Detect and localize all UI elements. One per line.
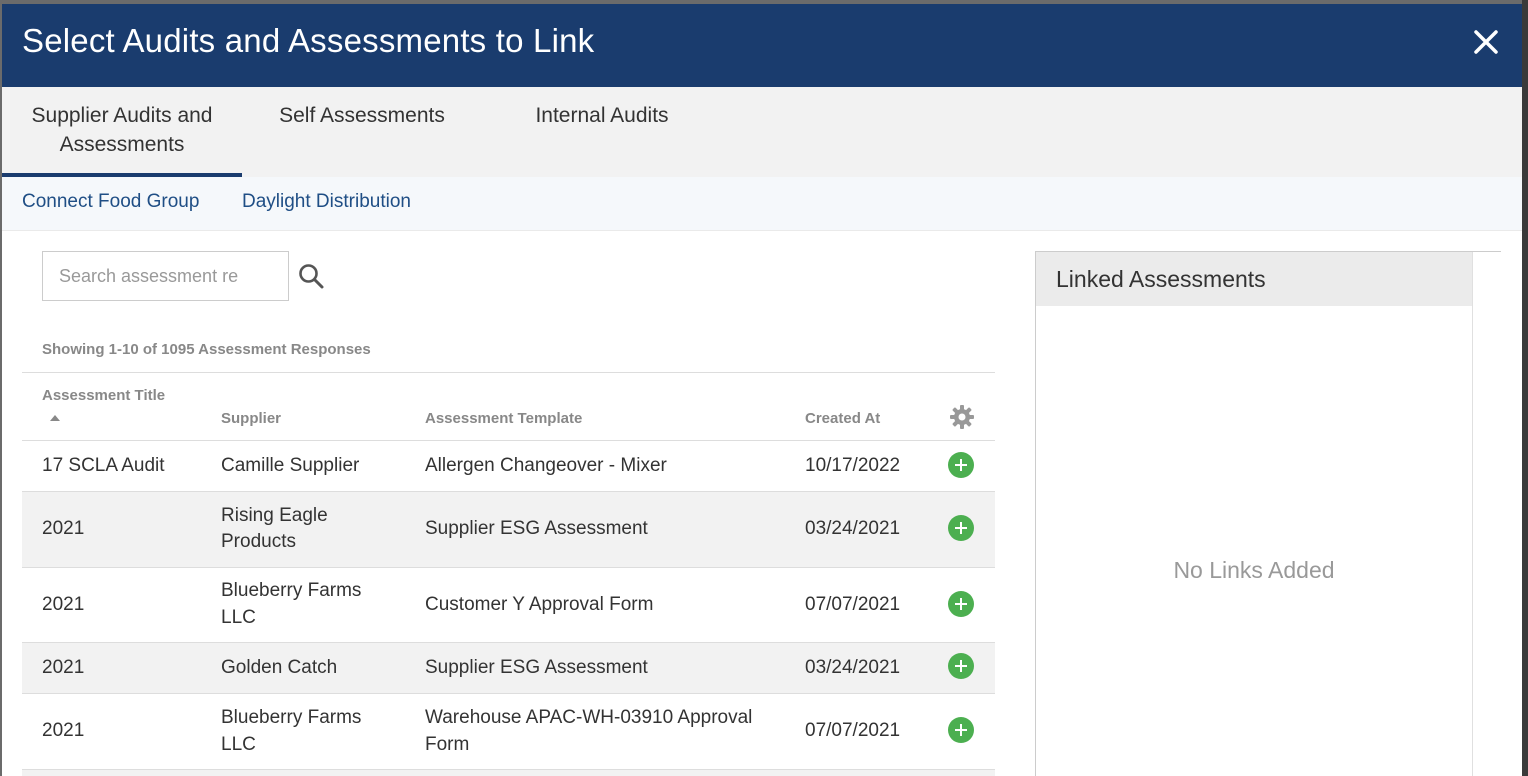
cell-template: Customer Y Approval Form xyxy=(425,594,654,615)
cell-supplier: LLC xyxy=(221,734,256,755)
col-assessment-template[interactable]: Assessment Template xyxy=(425,410,582,427)
cell-title: 2021 xyxy=(42,518,85,539)
supplier-subnav: Connect Food Group Daylight Distribution xyxy=(2,177,1522,231)
cell-supplier: Rising Eagle xyxy=(221,505,328,526)
col-supplier[interactable]: Supplier xyxy=(221,410,281,427)
add-link-button[interactable] xyxy=(948,653,974,679)
table-row: 2021 Golden Catch Supplier ESG Assessmen… xyxy=(22,643,995,694)
gear-icon[interactable] xyxy=(949,404,975,430)
sort-ascending-icon[interactable] xyxy=(50,415,60,421)
col-created-at[interactable]: Created At xyxy=(805,410,880,427)
cell-title: 17 SCLA Audit xyxy=(42,455,165,476)
tab-self-assessments[interactable]: Self Assessments xyxy=(242,87,482,177)
search-field xyxy=(42,251,289,301)
subnav-connect-food-group[interactable]: Connect Food Group xyxy=(22,191,199,213)
table-row: 2021 Blueberry Farms LLC Customer Y Appr… xyxy=(22,568,995,643)
tab-label: Internal Audits xyxy=(535,104,669,127)
tab-label: Self Assessments xyxy=(279,104,445,127)
linked-assessments-panel: Linked Assessments No Links Added xyxy=(1035,251,1501,776)
search-icon[interactable] xyxy=(297,262,325,290)
cell-template: Allergen Changeover - Mixer xyxy=(425,455,667,476)
cell-created: 10/17/2022 xyxy=(805,455,901,476)
table-row: 2021 Blueberry Farms LLC Warehouse APAC-… xyxy=(22,694,995,770)
table-row: 17 SCLA Audit Camille Supplier Allergen … xyxy=(22,441,995,492)
cell-title: 2021 xyxy=(42,594,85,615)
cell-title: 2021 xyxy=(42,720,85,741)
modal-title: Select Audits and Assessments to Link xyxy=(22,22,595,59)
cell-template: Form xyxy=(425,734,470,755)
cell-supplier: Products xyxy=(221,531,296,552)
add-link-button[interactable] xyxy=(948,717,974,743)
cell-created: 07/07/2021 xyxy=(805,720,901,741)
link-assessments-modal: Select Audits and Assessments to Link Su… xyxy=(2,4,1522,776)
cell-supplier: Camille Supplier xyxy=(221,455,360,476)
add-link-button[interactable] xyxy=(948,515,974,541)
cell-template: Warehouse APAC-WH-03910 Approval xyxy=(425,707,753,728)
table-header: Assessment Title Supplier Assessment Tem… xyxy=(22,373,995,441)
cell-supplier: LLC xyxy=(221,607,256,628)
cell-supplier: Blueberry Farms xyxy=(221,580,362,601)
assessments-table: Assessment Title Supplier Assessment Tem… xyxy=(22,372,995,776)
col-assessment-title[interactable]: Assessment Title xyxy=(42,387,165,404)
backdrop-edge xyxy=(1522,0,1528,776)
panel-scrollbar[interactable] xyxy=(1472,252,1501,776)
cell-template: Supplier ESG Assessment xyxy=(425,657,648,678)
subnav-daylight-distribution[interactable]: Daylight Distribution xyxy=(242,191,411,213)
tab-bar: Supplier Audits and Assessments Self Ass… xyxy=(2,87,1522,177)
table-row xyxy=(22,770,995,776)
cell-supplier: Golden Catch xyxy=(221,657,338,678)
cell-title: 2021 xyxy=(42,657,85,678)
linked-assessments-title: Linked Assessments xyxy=(1056,266,1266,292)
cell-created: 03/24/2021 xyxy=(805,518,901,539)
tab-internal-audits[interactable]: Internal Audits xyxy=(482,87,722,177)
add-link-button[interactable] xyxy=(948,452,974,478)
close-icon[interactable] xyxy=(1468,24,1504,60)
table-row: 2021 Rising Eagle Products Supplier ESG … xyxy=(22,492,995,568)
empty-state: No Links Added xyxy=(1173,557,1335,583)
tab-label: Assessments xyxy=(59,133,185,156)
cell-supplier: Blueberry Farms xyxy=(221,707,362,728)
search-input[interactable] xyxy=(43,252,288,300)
modal-header: Select Audits and Assessments to Link xyxy=(2,4,1522,87)
tab-supplier-audits[interactable]: Supplier Audits and Assessments xyxy=(2,87,242,177)
cell-created: 03/24/2021 xyxy=(805,657,901,678)
cell-template: Supplier ESG Assessment xyxy=(425,518,648,539)
cell-created: 07/07/2021 xyxy=(805,594,901,615)
results-count: Showing 1-10 of 1095 Assessment Response… xyxy=(42,341,371,358)
add-link-button[interactable] xyxy=(948,591,974,617)
linked-assessments-header: Linked Assessments xyxy=(1036,252,1472,306)
tab-label: Supplier Audits and xyxy=(31,104,213,127)
